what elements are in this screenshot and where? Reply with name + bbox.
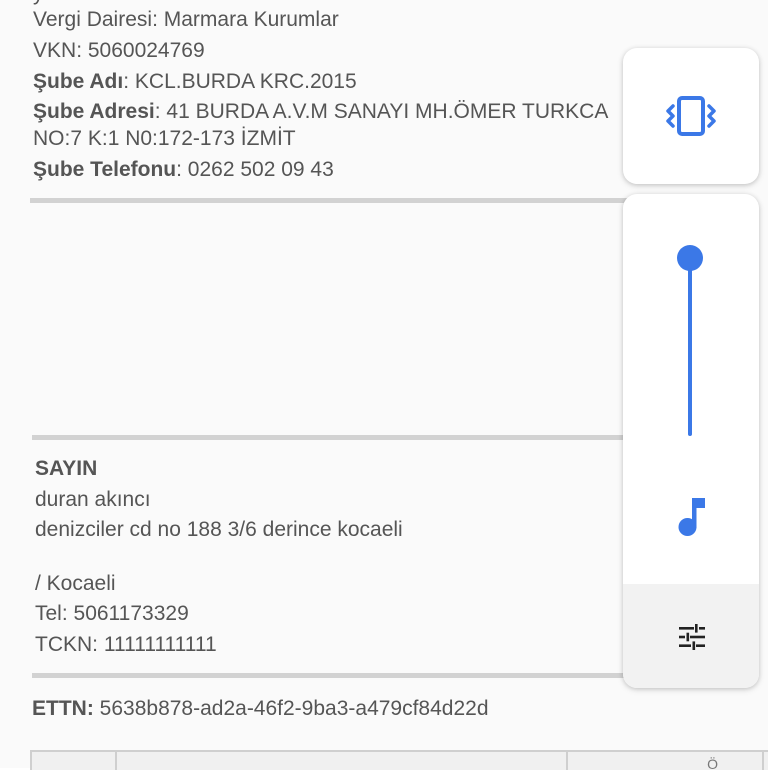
vkn-value: : 5060024769 [76, 39, 205, 62]
volume-slider-track[interactable] [688, 258, 692, 436]
branch-address-line2: NO:7 K:1 N0:172-173 İZMİT [33, 127, 296, 150]
tune-icon [679, 624, 705, 650]
vibrate-icon [666, 96, 716, 136]
music-note-icon[interactable] [677, 496, 707, 538]
vkn-line: VKN: 5060024769 [33, 37, 205, 65]
branch-address-value: : 41 BURDA A.V.M SANAYI MH.ÖMER TURKCA [154, 100, 609, 123]
ettn-label: ETTN: [32, 697, 94, 720]
divider [32, 435, 640, 440]
items-table-header: Ö [30, 750, 768, 772]
recipient-address: denizciler cd no 188 3/6 derince kocaeli [35, 518, 403, 541]
tax-office-label: Vergi Dairesi [33, 8, 153, 31]
recipient-phone: Tel: 5061173329 [35, 602, 189, 625]
branch-address-line: Şube Adresi: 41 BURDA A.V.M SANAYI MH.ÖM… [33, 98, 608, 126]
recipient-name: duran akıncı [35, 488, 151, 511]
branch-name-label: Şube Adı [33, 70, 124, 93]
branch-phone-value: : 0262 502 09 43 [176, 158, 334, 181]
ringer-mode-button[interactable] [623, 48, 759, 184]
branch-name-line: Şube Adı: KCL.BURDA KRC.2015 [33, 68, 357, 96]
volume-slider-thumb[interactable] [677, 245, 703, 271]
ettn-value: 5638b878-ad2a-46f2-9ba3-a479cf84d22d [99, 697, 489, 720]
divider [30, 198, 640, 203]
recipient-heading: SAYIN [35, 457, 98, 480]
branch-phone-line: Şube Telefonu: 0262 502 09 43 [33, 156, 334, 184]
branch-phone-label: Şube Telefonu [33, 158, 177, 181]
recipient-city: / Kocaeli [35, 572, 116, 595]
ettn-line: ETTN: 5638b878-ad2a-46f2-9ba3-a479cf84d2… [32, 695, 489, 723]
branch-address-label: Şube Adresi [33, 100, 155, 123]
vkn-label: VKN [33, 39, 77, 62]
divider [32, 673, 640, 678]
recipient-tckn: TCKN: 11111111111 [35, 633, 217, 656]
tax-office-line: Vergi Dairesi: Marmara Kurumlar [33, 6, 339, 34]
table-column-divider [115, 752, 117, 770]
table-header-cell: Ö [707, 756, 718, 772]
sound-settings-button[interactable] [623, 584, 759, 688]
table-column-divider [30, 752, 32, 770]
tax-office-value: : Marmara Kurumlar [152, 8, 339, 31]
table-column-divider [566, 752, 568, 770]
branch-name-value: : KCL.BURDA KRC.2015 [123, 70, 357, 93]
table-column-divider [762, 752, 764, 770]
